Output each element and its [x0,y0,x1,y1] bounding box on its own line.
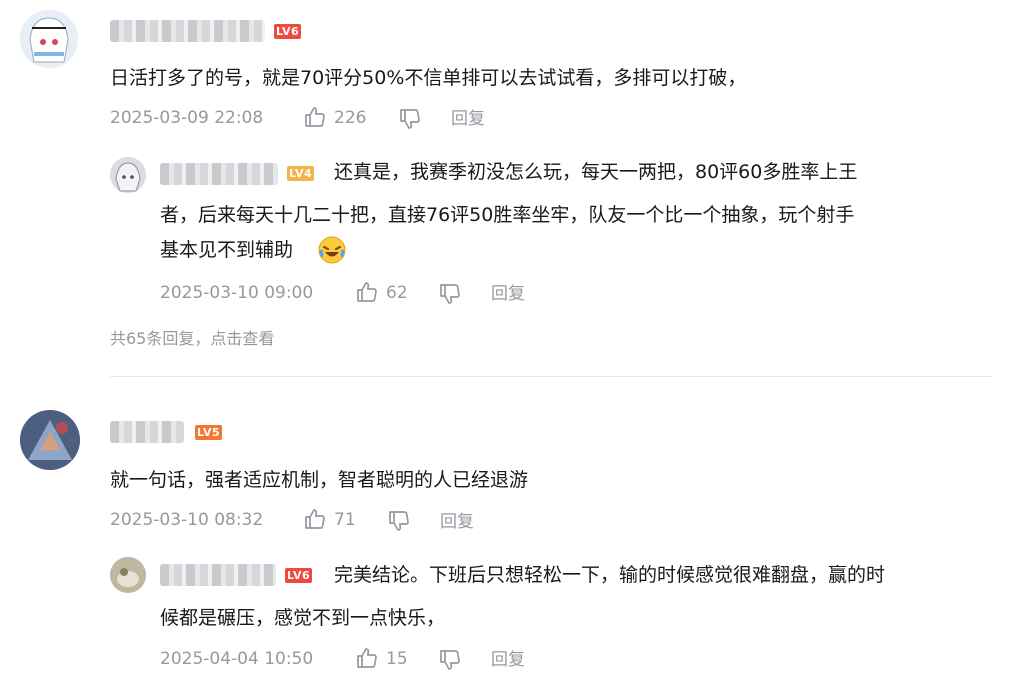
reply-text-line: 完美结论。下班后只想轻松一下，输的时候感觉很难翻盘，赢的时 [334,564,886,586]
reply-button[interactable]: 回复 [451,107,485,131]
username-blurred[interactable] [110,421,184,443]
comment-2: LV5 就一句话，强者适应机制，智者聪明的人已经退游 2025-03-10 08… [0,380,1016,679]
comment-text: 就一句话，强者适应机制，智者聪明的人已经退游 [110,469,529,491]
avatar[interactable] [20,10,78,68]
comment-text: 日活打多了的号，就是70评分50%不信单排可以去试试看，多排可以打破， [110,67,747,89]
thumbs-up-icon[interactable] [355,280,379,304]
level-badge: LV6 [285,568,313,583]
timestamp: 2025-03-10 08:32 [110,510,264,530]
username-blurred[interactable] [160,163,278,185]
timestamp: 2025-03-09 22:08 [110,108,264,128]
reply-text-line: 候都是碾压，感觉不到一点快乐， [160,607,446,629]
thumbs-up-icon[interactable] [303,507,327,531]
divider [110,376,992,377]
thumbs-up-icon[interactable] [355,646,379,670]
thumbs-down-icon[interactable] [387,509,411,533]
level-badge: LV5 [195,425,223,440]
thumbs-down-icon[interactable] [438,282,462,306]
reply-button[interactable]: 回复 [491,648,525,672]
timestamp: 2025-03-10 09:00 [160,283,314,303]
like-count: 15 [386,649,408,669]
avatar[interactable] [110,157,146,193]
avatar[interactable] [20,410,80,470]
view-more-replies[interactable]: 共65条回复，点击查看 [110,328,274,350]
thumbs-down-icon[interactable] [398,107,422,131]
like-count: 62 [386,283,408,303]
comment-1: LV6 日活打多了的号，就是70评分50%不信单排可以去试试看，多排可以打破， … [0,0,1016,360]
reply-text-line: 者，后来每天十几二十把，直接76评50胜率坐牢，队友一个比一个抽象，玩个射手 [160,204,855,226]
like-count: 71 [334,510,356,530]
level-badge: LV4 [287,166,315,181]
reply-text-line: 基本见不到辅助 [160,239,294,261]
timestamp: 2025-04-04 10:50 [160,649,314,669]
thumbs-down-icon[interactable] [438,648,462,672]
username-blurred[interactable] [110,20,265,42]
reply-button[interactable]: 回复 [440,510,474,534]
reply-button[interactable]: 回复 [491,282,525,306]
username-blurred[interactable] [160,564,276,586]
like-count: 226 [334,108,367,128]
thumbs-up-icon[interactable] [303,105,327,129]
avatar[interactable] [110,557,146,593]
reply-text-line: 还真是，我赛季初没怎么玩，每天一两把，80评60多胜率上王 [334,161,858,183]
level-badge: LV6 [274,24,302,39]
laughing-crying-emoji-icon [318,236,346,264]
